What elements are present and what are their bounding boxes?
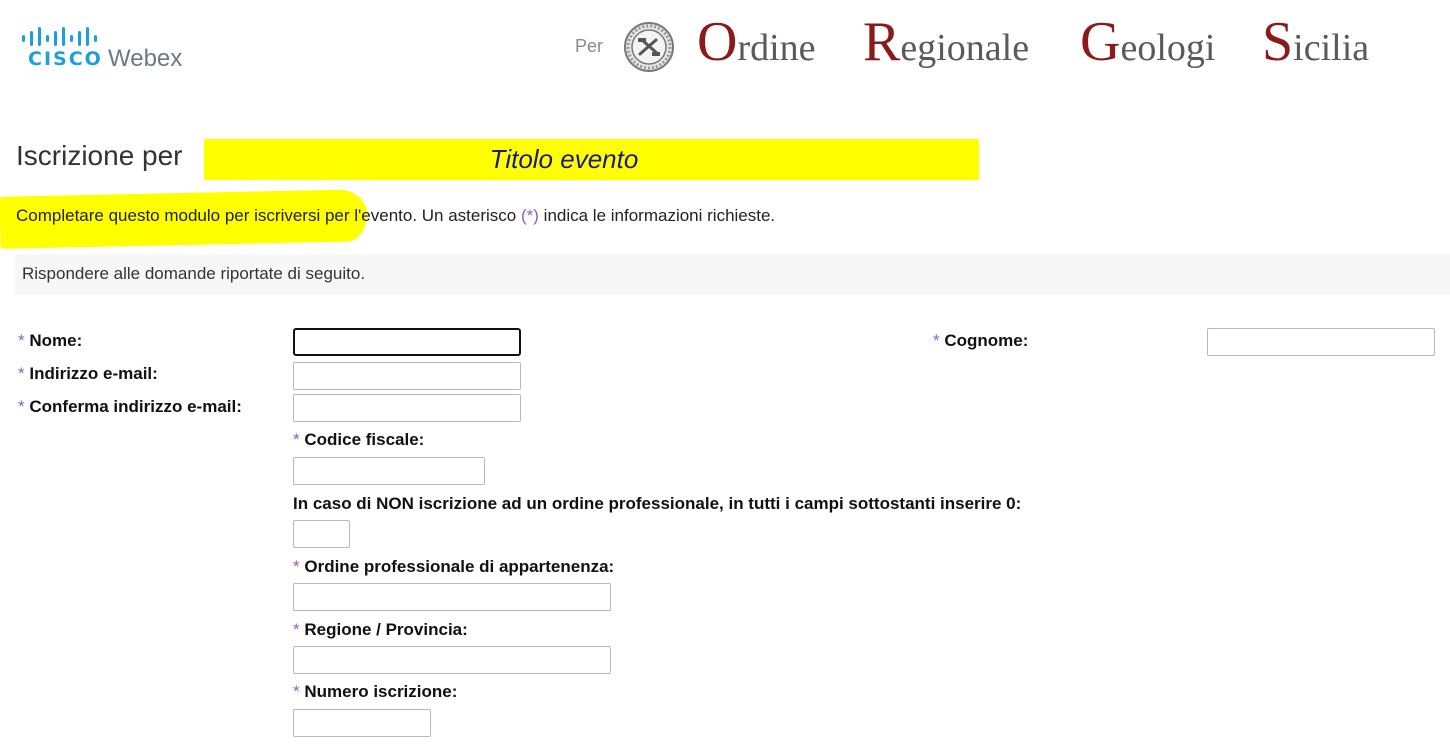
numero-iscrizione-input[interactable] — [293, 709, 431, 737]
cisco-bars-icon — [22, 27, 97, 46]
info-bar-text: Rispondere alle domande riportate di seg… — [22, 264, 366, 283]
email-input[interactable] — [293, 362, 521, 390]
regione-input[interactable] — [293, 646, 611, 674]
cisco-webex-logo: CISCO Webex — [21, 26, 191, 72]
email-label: * Indirizzo e-mail: — [18, 364, 158, 383]
brand-word-regionale: Regionale — [863, 11, 1030, 73]
event-title-highlight: Titolo evento — [204, 139, 979, 180]
nome-input[interactable] — [293, 328, 521, 356]
email-confirm-input[interactable] — [293, 394, 521, 422]
non-iscrizione-label: In caso di NON iscrizione ad un ordine p… — [293, 494, 1022, 513]
email-confirm-label: * Conferma indirizzo e-mail: — [18, 397, 242, 416]
webex-wordmark: Webex — [108, 45, 183, 72]
codice-fiscale-label: * Codice fiscale: — [293, 430, 425, 449]
non-iscrizione-input[interactable] — [293, 520, 350, 548]
cognome-input[interactable] — [1207, 328, 1435, 356]
cognome-label: * Cognome: — [933, 331, 1029, 350]
page-title: Iscrizione per — [16, 140, 183, 171]
questions-info-bar: Rispondere alle domande riportate di seg… — [15, 254, 1450, 295]
numero-iscrizione-label: * Numero iscrizione: — [293, 682, 458, 701]
ordine-label: * Ordine professionale di appartenenza: — [293, 557, 615, 576]
brand-word-sicilia: Sicilia — [1262, 11, 1370, 73]
brand-word-geologi: Geologi — [1080, 11, 1216, 73]
seal-icon — [624, 22, 674, 72]
event-title: Titolo evento — [489, 144, 639, 174]
cisco-wordmark: CISCO — [28, 48, 103, 70]
per-label: Per — [575, 36, 604, 56]
nome-label: * Nome: — [18, 331, 83, 350]
regione-label: * Regione / Provincia: — [293, 620, 468, 639]
intro-text: Completare questo modulo per iscriversi … — [16, 206, 776, 225]
brand-word-ordine: Ordine — [697, 11, 816, 73]
ordine-input[interactable] — [293, 583, 611, 611]
codice-fiscale-input[interactable] — [293, 457, 485, 485]
